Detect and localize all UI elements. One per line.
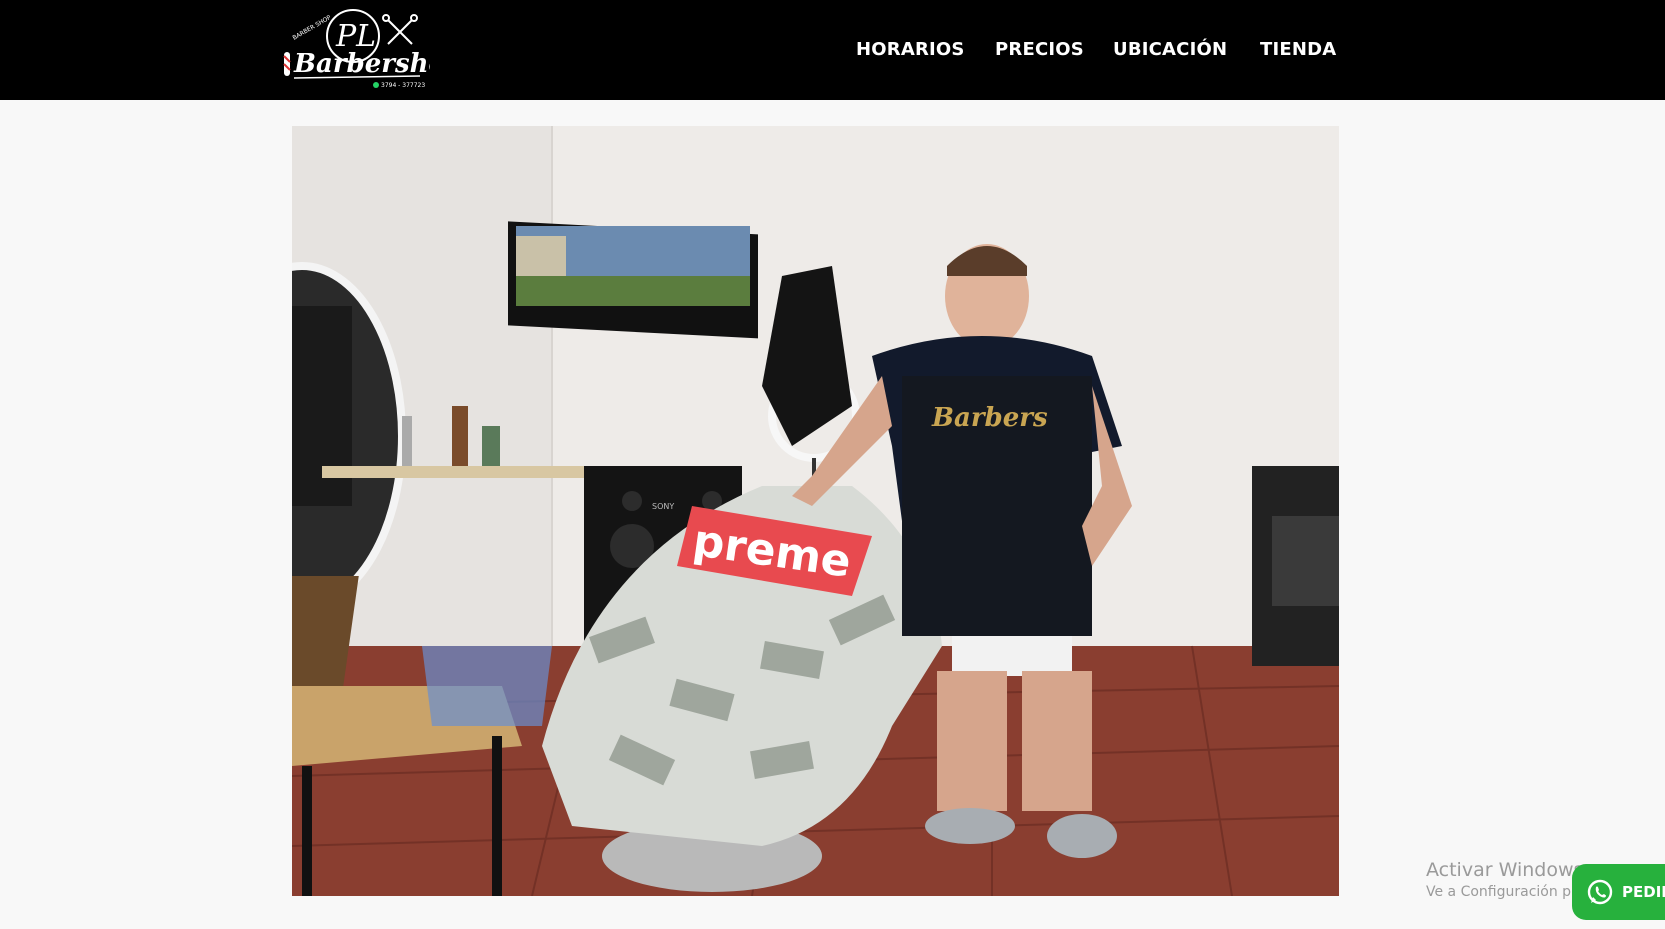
main-nav: HORARIOS PRECIOS UBICACIÓN TIENDA xyxy=(0,38,1665,62)
windows-activation-watermark: Activar Windows Ve a Configuración para xyxy=(1426,858,1594,902)
site-header: PL BARBER SHOP Barbershop 3794 - 377723 … xyxy=(0,0,1665,100)
whatsapp-order-button[interactable]: PEDIR xyxy=(1572,864,1665,920)
logo-phone: 3794 - 377723 xyxy=(381,82,425,89)
logo-whatsapp-icon xyxy=(373,82,379,88)
tv-screen xyxy=(508,221,758,339)
nav-horarios[interactable]: HORARIOS xyxy=(856,38,965,62)
barbershop-photo: SONY preme Barbers xyxy=(292,126,1339,896)
nav-precios[interactable]: PRECIOS xyxy=(995,38,1084,62)
apron-text: Barbers xyxy=(931,403,1048,433)
watermark-line-2: Ve a Configuración para xyxy=(1426,884,1594,900)
nav-ubicacion[interactable]: UBICACIÓN xyxy=(1113,38,1227,62)
watermark-line-1: Activar Windows xyxy=(1426,859,1584,881)
whatsapp-button-label: PEDIR xyxy=(1622,883,1665,901)
whatsapp-icon xyxy=(1587,879,1613,905)
speaker-brand: SONY xyxy=(652,502,674,511)
nav-tienda[interactable]: TIENDA xyxy=(1260,38,1336,62)
